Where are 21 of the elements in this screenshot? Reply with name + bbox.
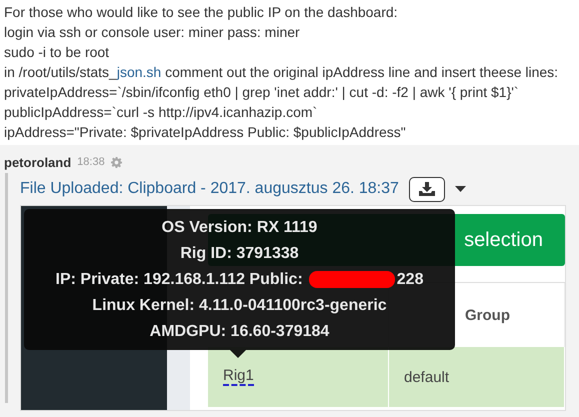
rig-link[interactable]: Rig1 (223, 368, 254, 386)
tooltip-line: AMDGPU: 16.60-379184 (150, 322, 330, 342)
post-text-line: ipAddress="Private: $privateIpAddress Public: $publicIpAddress" (4, 123, 407, 142)
download-icon (418, 182, 435, 196)
tooltip-line: IP: Private: 192.168.1.112 Public: (56, 270, 303, 290)
caret-icon[interactable] (454, 186, 466, 192)
post-text-line: privateIpAddress=`/sbin/ifconfig eth0 | grep 'inet addr:' | cut -d: -f2 | awk '{ print $1}'` (4, 83, 520, 102)
download-button[interactable] (408, 176, 445, 202)
tooltip-line: OS Version: RX 1119 (162, 218, 318, 238)
post-text-line: login via ssh or console user: miner pass: miner (4, 23, 301, 42)
message-time: 18:38 (77, 156, 105, 168)
file-link[interactable]: json.sh (116, 64, 162, 80)
attachment-link[interactable]: File Uploaded: Clipboard - 2017. augusztus 26. 18:37 (20, 180, 399, 198)
post-text-line: For those who would like to see the public IP on the dashboard: (4, 3, 399, 22)
post-text-line: in /root/utils/stats_json.sh comment out the original ipAddress line and insert theese lines: (4, 63, 560, 82)
post-text-line: sudo -i to be root (4, 43, 110, 62)
post-text-line: publicIpAddress=`curl -s http://ipv4.icanhazip.com` (4, 103, 318, 122)
table-cell: default (404, 368, 450, 386)
tooltip-line: Rig ID: 3791338 (180, 244, 299, 264)
author-name[interactable]: petoroland (4, 154, 72, 170)
tooltip-line: Linux Kernel: 4.11.0-041100rc3-generic (92, 296, 387, 316)
